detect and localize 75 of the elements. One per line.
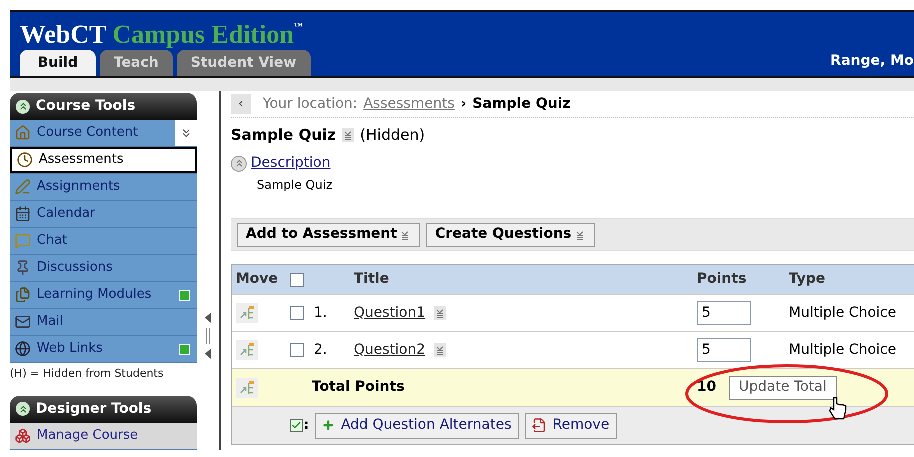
back-button[interactable]: ‹: [231, 94, 251, 114]
splitter-handle-icon[interactable]: [203, 311, 213, 361]
total-points: 10: [697, 378, 718, 397]
question-type: Multiple Choice: [789, 304, 896, 322]
menu-button[interactable]: Add to Assessment: [237, 222, 420, 246]
pencil-icon: [15, 179, 31, 195]
tab[interactable]: Teach: [100, 50, 173, 76]
sidebar-item[interactable]: Mail: [10, 309, 197, 335]
collapse-icon[interactable]: [16, 402, 30, 416]
sidebar-item[interactable]: Calendar: [10, 201, 197, 227]
move-icon[interactable]: [236, 340, 258, 360]
move-icon[interactable]: [236, 303, 258, 323]
sidebar-item[interactable]: Learning Modules: [10, 282, 197, 308]
pin-icon: [15, 260, 31, 276]
status-label: (Hidden): [360, 124, 426, 146]
globe-icon: [15, 341, 31, 357]
menu-button[interactable]: Create Questions: [426, 222, 595, 246]
house-icon: [15, 125, 31, 141]
user-name: Range, Mo: [830, 52, 914, 71]
row-number: 1.: [314, 304, 328, 322]
hand-cursor-icon: [828, 396, 848, 422]
brand-name: WebCT: [20, 20, 107, 50]
trademark: ™: [294, 20, 304, 32]
move-icon[interactable]: [236, 378, 258, 398]
row-number: 2.: [314, 340, 328, 360]
question-type: Multiple Choice: [789, 340, 896, 360]
column-header: Title: [354, 270, 390, 289]
sidebar-item[interactable]: Assignments: [10, 174, 197, 200]
action-button[interactable]: Add Question Alternates: [315, 412, 519, 438]
checkbox[interactable]: [290, 343, 304, 357]
new-badge-icon: [179, 344, 190, 354]
section-title: Course Tools: [36, 97, 136, 116]
quiz-title: Sample Quiz: [231, 124, 336, 146]
description-text: Sample Quiz: [257, 177, 334, 194]
update-total-button[interactable]: Update Total: [729, 376, 837, 400]
column-header: Move: [235, 270, 280, 289]
sidebar-item[interactable]: Manage Course: [10, 422, 197, 448]
checkbox[interactable]: [290, 272, 304, 286]
chat-icon: [15, 233, 31, 249]
action-button[interactable]: Remove: [524, 412, 617, 438]
breadcrumb-separator: ›: [460, 94, 467, 114]
sidebar-item[interactable]: Web Links: [10, 336, 197, 362]
checkbox[interactable]: [290, 306, 304, 320]
total-label: Total Points: [312, 378, 406, 397]
legend-note: (H) = Hidden from Students: [10, 366, 165, 382]
sidebar-item[interactable]: Chat: [10, 228, 197, 254]
section-header[interactable]: Designer Tools: [10, 396, 197, 422]
remove-document-icon: [532, 418, 547, 433]
section-header[interactable]: Course Tools: [10, 93, 197, 120]
points-field[interactable]: 5: [697, 338, 751, 362]
tab[interactable]: Build: [20, 50, 96, 76]
product-name: Campus Edition: [112, 20, 294, 50]
description-link[interactable]: Description: [251, 153, 331, 174]
tab[interactable]: Student View: [176, 50, 311, 76]
envelope-icon: [15, 314, 31, 330]
new-badge-icon: [179, 290, 190, 300]
breadcrumb-link[interactable]: Assessments: [364, 94, 455, 114]
documents-icon: [15, 287, 31, 303]
bricks-icon: [15, 428, 31, 444]
breadcrumb-current: Sample Quiz: [472, 94, 571, 114]
calendar-icon: [15, 206, 31, 222]
plus-icon: [322, 419, 336, 432]
points-field[interactable]: 5: [697, 301, 751, 325]
checked-box-icon: [290, 419, 303, 432]
column-header: Points: [697, 270, 748, 289]
section-title: Designer Tools: [36, 400, 152, 418]
location-label: Your location:: [263, 94, 358, 114]
question-link[interactable]: Question2: [354, 340, 426, 360]
sidebar-item[interactable]: Assessments: [10, 147, 197, 173]
collapse-icon[interactable]: [16, 100, 30, 114]
sidebar-item[interactable]: Discussions: [10, 255, 197, 281]
column-header: Type: [789, 270, 826, 289]
question-link[interactable]: Question1: [354, 302, 426, 324]
clock-icon: [17, 152, 33, 168]
selection-colon: :: [304, 416, 310, 435]
